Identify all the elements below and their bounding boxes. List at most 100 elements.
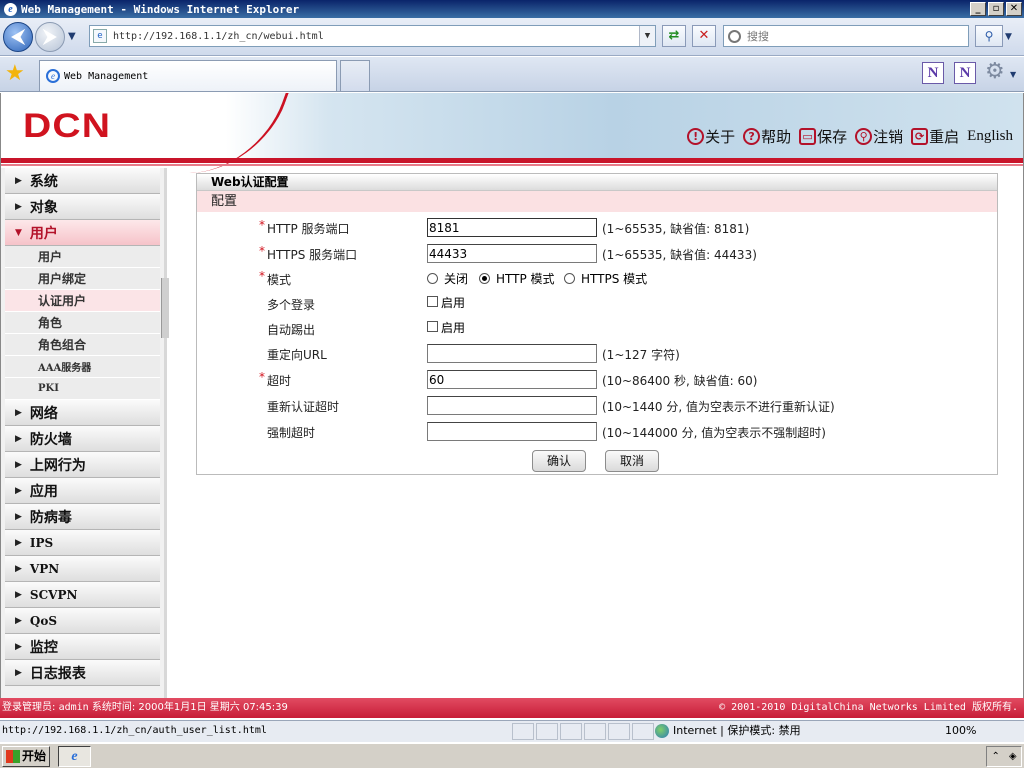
sub-item-user[interactable]: 用户 bbox=[5, 246, 160, 268]
http-port-input[interactable] bbox=[427, 218, 597, 237]
radio-dot-selected[interactable] bbox=[479, 273, 490, 284]
restart-link[interactable]: ⟳ 重启 bbox=[911, 126, 959, 147]
menu-object[interactable]: ▶ 对象 bbox=[5, 194, 160, 220]
help-link[interactable]: ? 帮助 bbox=[743, 126, 791, 147]
tab-web-management[interactable]: e Web Management bbox=[39, 60, 337, 91]
sub-item-aaa-server[interactable]: AAA服务器 bbox=[5, 356, 160, 378]
menu-vpn[interactable]: ▶ VPN bbox=[5, 556, 160, 582]
window-title: Web Management - Windows Internet Explor… bbox=[21, 2, 300, 16]
admin-name: admin bbox=[58, 702, 89, 713]
checkbox-box[interactable] bbox=[427, 321, 438, 332]
search-options-icon[interactable]: ▼ bbox=[1005, 32, 1012, 42]
about-label[interactable]: 关于 bbox=[705, 126, 735, 147]
menu-internet-behavior[interactable]: ▶ 上网行为 bbox=[5, 452, 160, 478]
http-port-row: * HTTP 服务端口 (1~65535, 缺省值: 8181) bbox=[197, 218, 997, 238]
menu-label: 日志报表 bbox=[29, 665, 86, 682]
system-time-label: 系统时间: bbox=[91, 702, 136, 713]
redirect-url-input[interactable] bbox=[427, 344, 597, 363]
save-link[interactable]: ▭ 保存 bbox=[799, 126, 847, 147]
mode-http-radio[interactable]: HTTP 模式 bbox=[479, 270, 555, 287]
address-dropdown-icon[interactable]: ▼ bbox=[639, 26, 655, 46]
checkbox-box[interactable] bbox=[427, 296, 438, 307]
close-button[interactable]: ✕ bbox=[1006, 2, 1022, 16]
reauth-timeout-input[interactable] bbox=[427, 396, 597, 415]
required-star: * bbox=[259, 244, 265, 258]
menu-log-report[interactable]: ▶ 日志报表 bbox=[5, 660, 160, 686]
new-tab-button[interactable] bbox=[340, 60, 370, 91]
start-button[interactable]: 开始 bbox=[2, 746, 50, 767]
cancel-button[interactable]: 取消 bbox=[605, 450, 659, 472]
help-label[interactable]: 帮助 bbox=[761, 126, 791, 147]
sub-item-auth-user[interactable]: 认证用户 bbox=[5, 290, 160, 312]
mode-row: * 模式 关闭 HTTP 模式 HTTPS 模式 bbox=[197, 269, 997, 289]
menu-ips[interactable]: ▶ IPS bbox=[5, 530, 160, 556]
tools-dropdown-icon[interactable]: ▼ bbox=[1010, 70, 1016, 79]
save-label[interactable]: 保存 bbox=[817, 126, 847, 147]
about-link[interactable]: ! 关于 bbox=[687, 126, 735, 147]
confirm-button[interactable]: 确认 bbox=[532, 450, 586, 472]
search-box[interactable]: 搜搜 bbox=[723, 25, 969, 47]
menu-system[interactable]: ▶ 系统 bbox=[5, 168, 160, 194]
timeout-input[interactable] bbox=[427, 370, 597, 389]
mode-off-radio[interactable]: 关闭 bbox=[427, 270, 468, 287]
blocked-content-icon[interactable] bbox=[632, 723, 654, 740]
force-timeout-input[interactable] bbox=[427, 422, 597, 441]
onenote-linked-icon[interactable]: N bbox=[954, 62, 976, 84]
address-text[interactable]: http://192.168.1.1/zh_cn/webui.html bbox=[113, 31, 324, 42]
logout-label[interactable]: 注销 bbox=[873, 126, 903, 147]
restart-icon: ⟳ bbox=[911, 128, 929, 145]
back-button[interactable]: ⮜ bbox=[3, 22, 33, 52]
expand-arrow-icon: ▶ bbox=[15, 615, 22, 626]
menu-monitor[interactable]: ▶ 监控 bbox=[5, 634, 160, 660]
required-star: * bbox=[259, 269, 265, 283]
stop-button[interactable]: ✕ bbox=[692, 25, 716, 47]
favorites-star-icon[interactable]: ★ bbox=[5, 63, 25, 85]
english-link[interactable]: English bbox=[967, 128, 1013, 145]
search-placeholder[interactable]: 搜搜 bbox=[747, 28, 769, 44]
mode-https-radio[interactable]: HTTPS 模式 bbox=[564, 270, 647, 287]
globe-icon bbox=[655, 724, 669, 738]
zoom-level[interactable]: 100% bbox=[945, 721, 976, 741]
menu-antivirus[interactable]: ▶ 防病毒 bbox=[5, 504, 160, 530]
radio-dot[interactable] bbox=[427, 273, 438, 284]
multi-login-checkbox[interactable]: 启用 bbox=[427, 294, 465, 311]
sub-item-role-combination[interactable]: 角色组合 bbox=[5, 334, 160, 356]
sub-item-role[interactable]: 角色 bbox=[5, 312, 160, 334]
minimize-button[interactable]: _ bbox=[970, 2, 986, 16]
menu-application[interactable]: ▶ 应用 bbox=[5, 478, 160, 504]
taskbar-ie-button[interactable]: e bbox=[58, 746, 91, 767]
force-timeout-hint: (10~144000 分, 值为空表示不强制超时) bbox=[602, 426, 826, 440]
menu-qos[interactable]: ▶ QoS bbox=[5, 608, 160, 634]
mode-off-label: 关闭 bbox=[444, 272, 469, 286]
address-bar[interactable]: e http://192.168.1.1/zh_cn/webui.html ▼ bbox=[89, 25, 656, 47]
menu-user[interactable]: ▼ 用户 bbox=[5, 220, 160, 246]
https-port-input[interactable] bbox=[427, 244, 597, 263]
expand-arrow-icon: ▶ bbox=[15, 511, 22, 522]
refresh-button[interactable]: ⇄ bbox=[662, 25, 686, 47]
auto-kick-checkbox[interactable]: 启用 bbox=[427, 319, 465, 336]
security-zone[interactable]: Internet | 保护模式: 禁用 bbox=[655, 721, 801, 741]
gear-icon[interactable]: ⚙ bbox=[985, 61, 1005, 83]
banner-pink-stripe bbox=[1, 164, 1023, 166]
menu-network[interactable]: ▶ 网络 bbox=[5, 400, 160, 426]
tray-expand-icon[interactable]: ⌃ bbox=[991, 751, 999, 762]
sub-item-pki[interactable]: PKI bbox=[5, 378, 160, 400]
onenote-icon[interactable]: N bbox=[922, 62, 944, 84]
menu-scvpn[interactable]: ▶ SCVPN bbox=[5, 582, 160, 608]
status-segment bbox=[536, 723, 558, 740]
sub-item-user-binding[interactable]: 用户绑定 bbox=[5, 268, 160, 290]
expand-arrow-icon: ▶ bbox=[15, 667, 22, 678]
forward-button[interactable]: ⮞ bbox=[35, 22, 65, 52]
button-row: 确认 取消 bbox=[197, 450, 997, 472]
sidebar-collapse-handle[interactable] bbox=[161, 278, 169, 338]
history-dropdown-icon[interactable]: ▼ bbox=[68, 31, 76, 42]
search-go-button[interactable]: ⚲ bbox=[975, 25, 1003, 47]
logout-link[interactable]: ⚲ 注销 bbox=[855, 126, 903, 147]
menu-firewall[interactable]: ▶ 防火墙 bbox=[5, 426, 160, 452]
expand-arrow-icon: ▶ bbox=[15, 563, 22, 574]
page-footer: 登录管理员: admin 系统时间: 2000年1月1日 星期六 07:45:3… bbox=[0, 698, 1024, 718]
restore-button[interactable]: ▫ bbox=[988, 2, 1004, 16]
redirect-url-row: 重定向URL (1~127 字符) bbox=[197, 344, 997, 364]
restart-label[interactable]: 重启 bbox=[929, 126, 959, 147]
radio-dot[interactable] bbox=[564, 273, 575, 284]
